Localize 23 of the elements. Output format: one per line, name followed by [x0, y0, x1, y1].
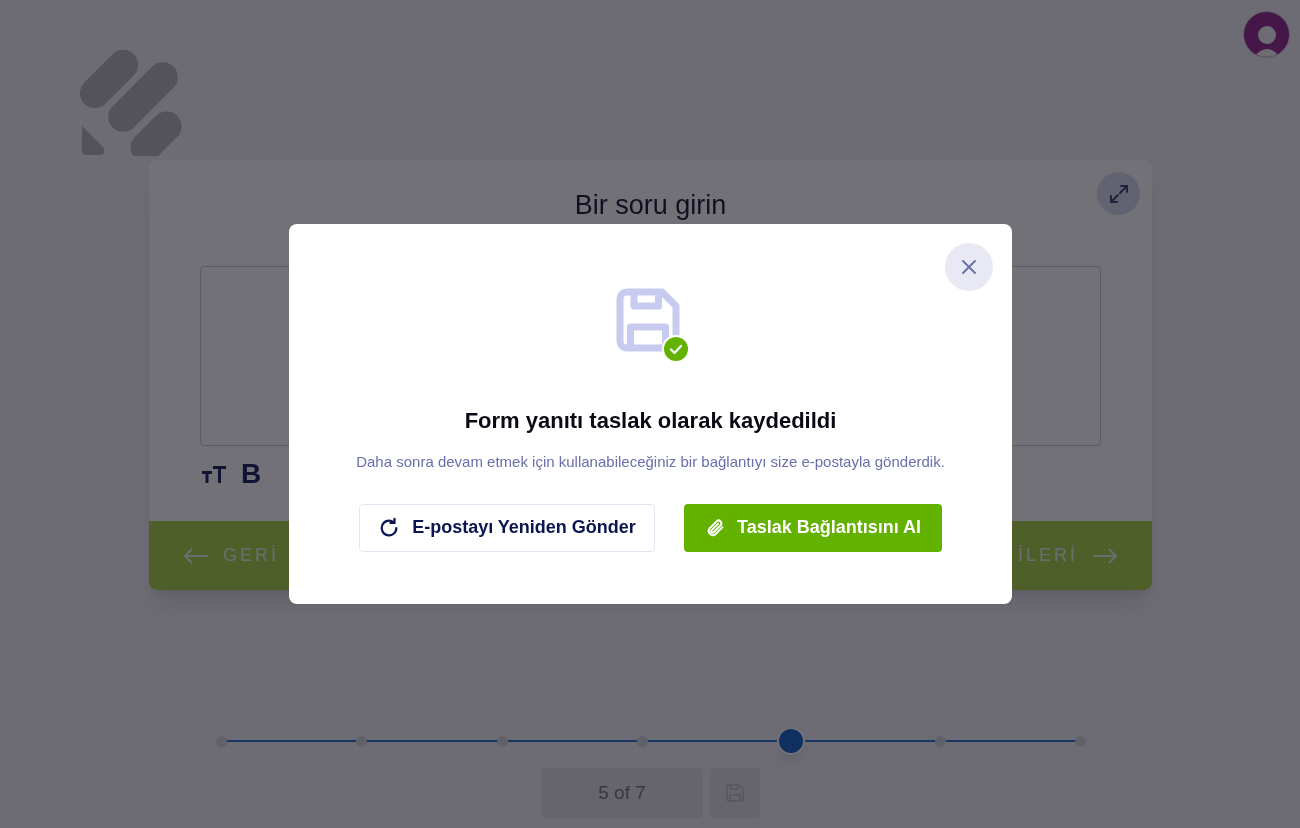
avatar[interactable]	[1243, 11, 1290, 58]
close-button[interactable]	[945, 243, 993, 291]
fullscreen-button[interactable]	[1097, 172, 1140, 215]
check-badge-icon	[661, 335, 690, 363]
bold-button[interactable]: B	[241, 460, 262, 488]
question-title: Bir soru girin	[574, 190, 727, 220]
resend-button[interactable]: E-postayı Yeniden Gönder	[359, 503, 655, 552]
arrow-left-icon	[183, 547, 209, 564]
modal-message: Daha sonra devam etmek için kullanabileceğiniz bir bağlantıyı size e-postayla gönderdik.	[356, 452, 945, 472]
back-button[interactable]: GERİ	[183, 542, 279, 569]
close-icon	[961, 259, 977, 275]
progress-step[interactable]	[637, 735, 648, 747]
draft-link-button[interactable]: Taslak Bağlantısını Al	[684, 503, 942, 552]
arrow-right-icon	[1092, 547, 1118, 564]
progress-step[interactable]	[777, 727, 806, 755]
progress-step[interactable]	[934, 735, 946, 747]
next-button[interactable]: İLERİ	[1017, 542, 1118, 569]
progress-step[interactable]	[216, 735, 227, 747]
text-size-icon[interactable]	[201, 464, 227, 484]
modal-title: Form yanıtı taslak olarak kaydedildi	[464, 407, 837, 435]
progress-step[interactable]	[1074, 735, 1086, 747]
progress-step[interactable]	[356, 735, 368, 747]
progress-step[interactable]	[496, 735, 508, 747]
